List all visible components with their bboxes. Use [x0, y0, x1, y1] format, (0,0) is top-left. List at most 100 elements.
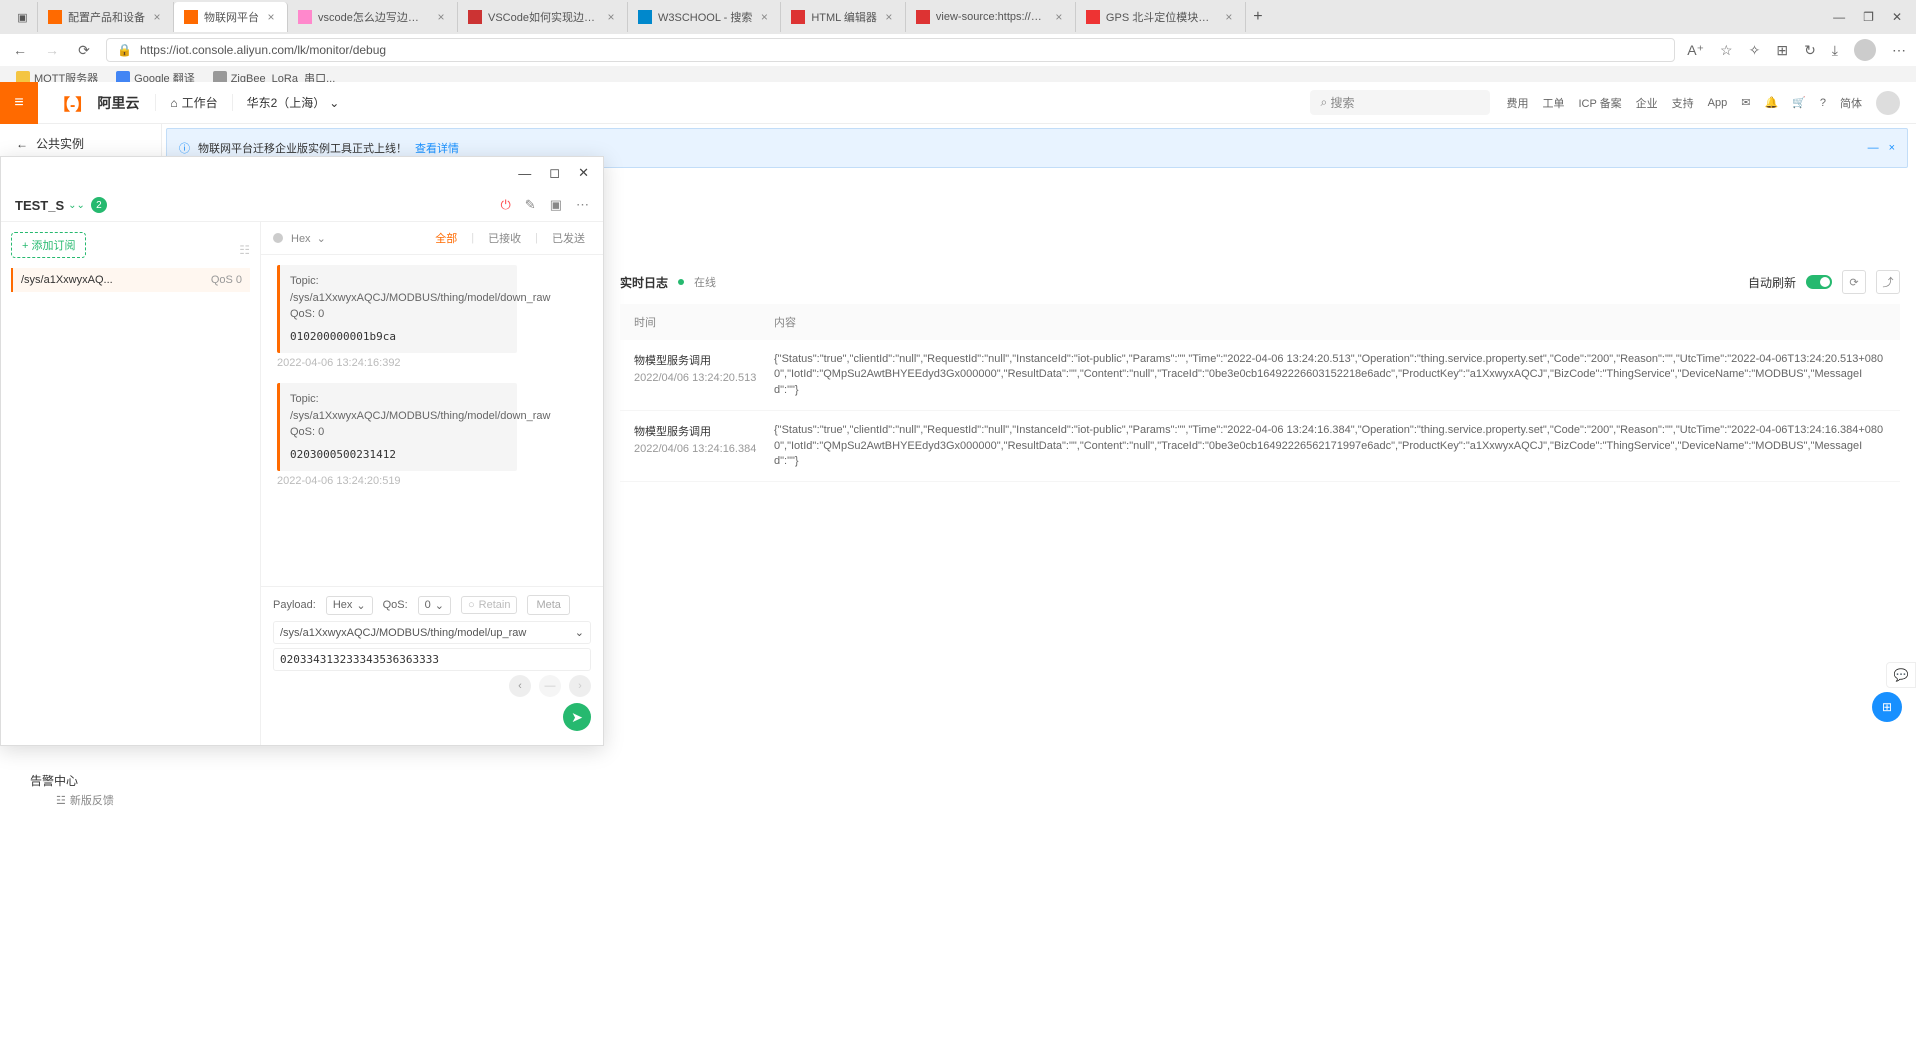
user-avatar[interactable] [1876, 91, 1900, 115]
maximize-icon[interactable]: ❐ [1863, 10, 1874, 24]
feedback-link[interactable]: ☳新版反馈 [56, 792, 114, 808]
menu-icon[interactable]: ⋯ [1892, 42, 1906, 59]
close-icon[interactable]: × [1053, 11, 1065, 23]
browser-tab[interactable]: W3SCHOOL - 搜索× [628, 2, 781, 32]
next-icon[interactable]: › [569, 675, 591, 697]
prev-icon[interactable]: ‹ [509, 675, 531, 697]
workspace-link[interactable]: ⌂工作台 [155, 94, 231, 111]
star-icon[interactable]: ☆ [1720, 42, 1733, 59]
message-icon[interactable]: ✉ [1741, 96, 1750, 109]
filter-tab-sent[interactable]: 已发送 [546, 230, 591, 246]
minimize-icon[interactable]: ― [1833, 10, 1845, 24]
nav-link[interactable]: 企业 [1636, 95, 1658, 111]
filter-tab-received[interactable]: 已接收 [482, 230, 527, 246]
browser-tab[interactable]: VSCode如何实现边写边改... × [458, 2, 628, 32]
power-icon[interactable]: ⏻ [501, 197, 511, 213]
aliyun-logo[interactable]: 【-】阿里云 [38, 91, 155, 115]
browser-tab[interactable]: vscode怎么边写边看效果...× [288, 2, 458, 32]
message-box[interactable]: Topic: /sys/a1XxwyxAQCJ/MODBUS/thing/mod… [277, 265, 517, 353]
chevron-down-icon[interactable]: ⌄⌄ [68, 200, 85, 211]
url-input[interactable]: 🔒 https://iot.console.aliyun.com/lk/moni… [106, 38, 1675, 62]
close-icon[interactable]: × [605, 11, 617, 23]
new-tab-button[interactable]: + [1246, 8, 1270, 26]
browser-tab[interactable]: GPS 北斗定位模块使用说...× [1076, 2, 1246, 32]
minimize-icon[interactable]: — [1868, 142, 1879, 154]
history-icon[interactable]: ↻ [1804, 42, 1816, 59]
tab-title: VSCode如何实现边写边改... [488, 9, 599, 25]
browser-tab[interactable]: 配置产品和设备× [38, 2, 174, 32]
nav-link[interactable]: 工单 [1542, 95, 1564, 111]
meta-button[interactable]: Meta [527, 595, 569, 615]
topic-item[interactable]: /sys/a1XxwyxAQ... QoS 0 [11, 268, 250, 292]
logo-icon: 【-】 [54, 91, 91, 115]
maximize-icon[interactable]: ◻ [549, 165, 560, 181]
edit-icon[interactable]: ✎ [525, 197, 536, 213]
filter-tab-all[interactable]: 全部 [429, 230, 463, 246]
search-input[interactable]: ⌕ 搜索 [1310, 90, 1490, 115]
add-subscription-button[interactable]: + 添加订阅 [11, 232, 86, 258]
nav-link[interactable]: 费用 [1506, 95, 1528, 111]
tab-title: HTML 编辑器 [811, 9, 877, 25]
aliyun-topbar: ≡ 【-】阿里云 ⌂工作台 华东2（上海）⌄ ⌕ 搜索 费用 工单 ICP 备案… [0, 82, 1916, 124]
message-panel: Hex ⌄ 全部 | 已接收 | 已发送 Topic: /sys/a1Xxwyx… [261, 222, 603, 745]
nav-link[interactable]: ICP 备案 [1578, 95, 1621, 111]
close-icon[interactable]: ✕ [578, 165, 589, 181]
topic-qos: QoS 0 [211, 274, 242, 286]
close-icon[interactable]: ✕ [1892, 10, 1902, 24]
browser-tab[interactable]: 物联网平台× [174, 2, 288, 32]
download-icon[interactable]: ⤓ [1832, 42, 1838, 59]
close-icon[interactable]: × [151, 11, 163, 23]
compose-topic-select[interactable]: /sys/a1XxwyxAQCJ/MODBUS/thing/model/up_r… [273, 621, 591, 644]
filter-bar: Hex ⌄ 全部 | 已接收 | 已发送 [261, 222, 603, 255]
minimize-icon[interactable]: ― [518, 166, 531, 181]
region-select[interactable]: 华东2（上海）⌄ [232, 94, 354, 111]
message-box[interactable]: Topic: /sys/a1XxwyxAQCJ/MODBUS/thing/mod… [277, 383, 517, 471]
qos-select[interactable]: 0⌄ [418, 596, 451, 615]
close-icon[interactable]: × [883, 11, 895, 23]
debug-window: ― ◻ ✕ TEST_S ⌄⌄ 2 ⏻ ✎ ▣ ⋯ + 添加订阅 ☷ /sys [0, 156, 604, 746]
retain-toggle[interactable]: ○ Retain [461, 596, 517, 614]
reader-icon[interactable]: A⁺ [1687, 42, 1704, 59]
auto-refresh-toggle[interactable] [1806, 275, 1832, 289]
profile-avatar[interactable] [1854, 39, 1876, 61]
save-icon[interactable]: ▣ [550, 197, 562, 213]
browser-tab[interactable]: HTML 编辑器 × [781, 2, 906, 32]
info-icon: ⓘ [179, 140, 190, 156]
row-time: 2022/04/06 13:24:20.513 [634, 372, 774, 384]
sidebar-toggle[interactable]: ▣ [8, 2, 38, 32]
row-type: 物模型服务调用 [634, 423, 774, 439]
refresh-icon[interactable]: ⟳ [1842, 270, 1866, 294]
help-icon[interactable]: ? [1820, 97, 1826, 109]
browser-chrome: ▣ 配置产品和设备× 物联网平台× vscode怎么边写边看效果...× VSC… [0, 0, 1916, 82]
close-icon[interactable]: × [1889, 142, 1895, 154]
collections-icon[interactable]: ⊞ [1776, 42, 1788, 59]
close-icon[interactable]: × [1223, 11, 1235, 23]
reload-icon[interactable]: ⟳ [74, 42, 94, 59]
compose-payload-input[interactable]: 020334313233343536363333 [273, 648, 591, 671]
banner-link[interactable]: 查看详情 [415, 140, 459, 156]
chat-icon[interactable]: 💬 [1886, 662, 1916, 688]
format-select[interactable]: Hex ⌄ [291, 232, 326, 245]
hamburger-icon[interactable]: ≡ [0, 82, 38, 124]
favorites-icon[interactable]: ✧ [1749, 42, 1761, 59]
payload-format-select[interactable]: Hex⌄ [326, 596, 373, 615]
list-icon[interactable]: ☷ [239, 243, 250, 257]
row-content[interactable]: {"Status":"true","clientId":"null","Requ… [774, 352, 1886, 398]
bell-icon[interactable]: 🔔 [1764, 96, 1778, 109]
apps-icon[interactable]: ⊞ [1872, 692, 1902, 722]
nav-link[interactable]: App [1708, 97, 1728, 109]
back-icon[interactable]: ← [10, 42, 30, 58]
forward-icon[interactable]: → [42, 42, 62, 58]
close-icon[interactable]: × [435, 11, 447, 23]
export-icon[interactable]: ⤴ [1876, 270, 1900, 294]
lang-select[interactable]: 简体 [1840, 95, 1862, 111]
banner-text: 物联网平台迁移企业版实例工具正式上线！ [198, 140, 407, 156]
close-icon[interactable]: × [758, 11, 770, 23]
nav-link[interactable]: 支持 [1672, 95, 1694, 111]
row-content[interactable]: {"Status":"true","clientId":"null","Requ… [774, 423, 1886, 469]
close-icon[interactable]: × [265, 11, 277, 23]
browser-tab[interactable]: view-source:https://www...× [906, 2, 1076, 32]
more-icon[interactable]: ⋯ [576, 197, 589, 213]
cart-icon[interactable]: 🛒 [1792, 96, 1806, 109]
send-button[interactable]: ➤ [563, 703, 591, 731]
